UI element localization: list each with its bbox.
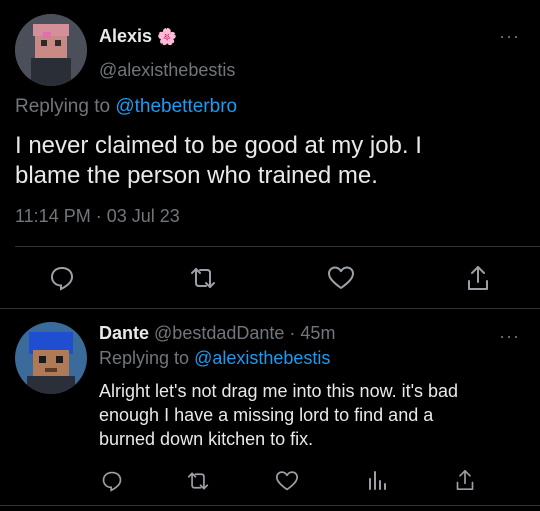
retweet-icon[interactable] <box>189 265 217 291</box>
timestamp[interactable]: 11:14 PM · 03 Jul 23 <box>15 206 180 227</box>
author-handle[interactable]: @alexisthebestis <box>99 60 235 81</box>
replying-to-handle[interactable]: @thebetterbro <box>115 96 237 117</box>
tweet-text-line: I never claimed to be good at my job. I <box>15 132 422 159</box>
replying-to-label: Replying to <box>99 348 190 368</box>
reply-icon[interactable] <box>101 470 123 492</box>
replying-to-label: Replying to <box>15 96 111 117</box>
share-icon[interactable] <box>466 264 490 292</box>
tweet-text-line: blame the person who trained me. <box>15 162 378 189</box>
retweet-icon[interactable] <box>186 470 210 492</box>
divider <box>15 246 540 247</box>
time-separator: · <box>289 323 296 343</box>
author-name[interactable]: Dante <box>99 323 149 343</box>
more-options-icon[interactable]: ··· <box>499 326 520 347</box>
post-time[interactable]: 45m <box>300 323 335 343</box>
tweet-text-line: Alright let's not drag me into this now.… <box>99 381 459 401</box>
replying-to-handle[interactable]: @alexisthebestis <box>194 348 330 368</box>
analytics-icon[interactable] <box>367 469 387 491</box>
tweet-text-line: enough I have a missing lord to find and… <box>99 405 434 425</box>
author-handle[interactable]: @bestdadDante <box>154 323 284 343</box>
more-options-icon[interactable]: ··· <box>499 26 520 47</box>
like-icon[interactable] <box>275 470 299 492</box>
share-icon[interactable] <box>455 468 475 492</box>
dante-avatar[interactable] <box>15 322 87 394</box>
alexis-avatar[interactable] <box>15 14 87 86</box>
tweet-text: Alright let's not drag me into this now.… <box>99 379 458 451</box>
author-name[interactable]: Alexis <box>99 26 152 46</box>
badge-emoji: 🌸 <box>157 29 177 46</box>
divider <box>0 308 540 309</box>
reply-icon[interactable] <box>49 265 75 291</box>
like-icon[interactable] <box>327 265 355 291</box>
divider <box>0 505 540 506</box>
tweet-text: I never claimed to be good at my job. I … <box>15 131 422 191</box>
tweet-text-line: burned down kitchen to fix. <box>99 429 314 449</box>
